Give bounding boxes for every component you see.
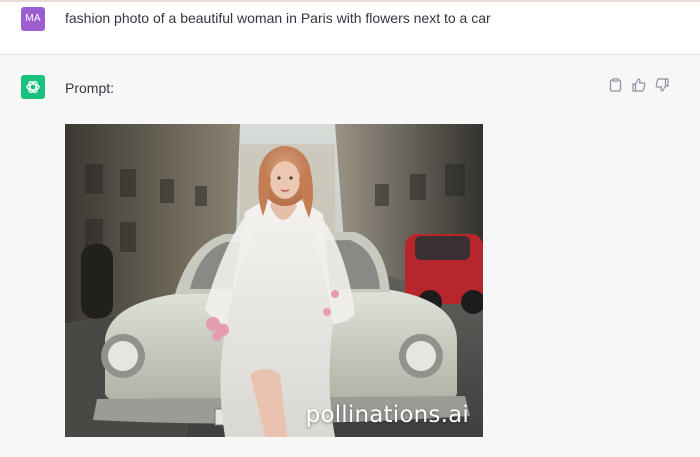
assistant-message-row: Prompt: pollinations.ai — [0, 55, 700, 457]
thumbs-up-icon[interactable] — [631, 77, 646, 92]
user-message-row: MA fashion photo of a beautiful woman in… — [0, 2, 700, 55]
user-message-text: fashion photo of a beautiful woman in Pa… — [65, 10, 491, 26]
generated-image[interactable]: pollinations.ai — [65, 124, 483, 437]
user-avatar: MA — [21, 7, 45, 31]
watermark-text: pollinations.ai — [305, 402, 469, 428]
copy-icon[interactable] — [608, 77, 623, 92]
openai-logo-icon — [21, 75, 45, 99]
assistant-label: Prompt: — [65, 80, 115, 96]
thumbs-down-icon[interactable] — [654, 77, 669, 92]
message-actions — [608, 77, 669, 92]
